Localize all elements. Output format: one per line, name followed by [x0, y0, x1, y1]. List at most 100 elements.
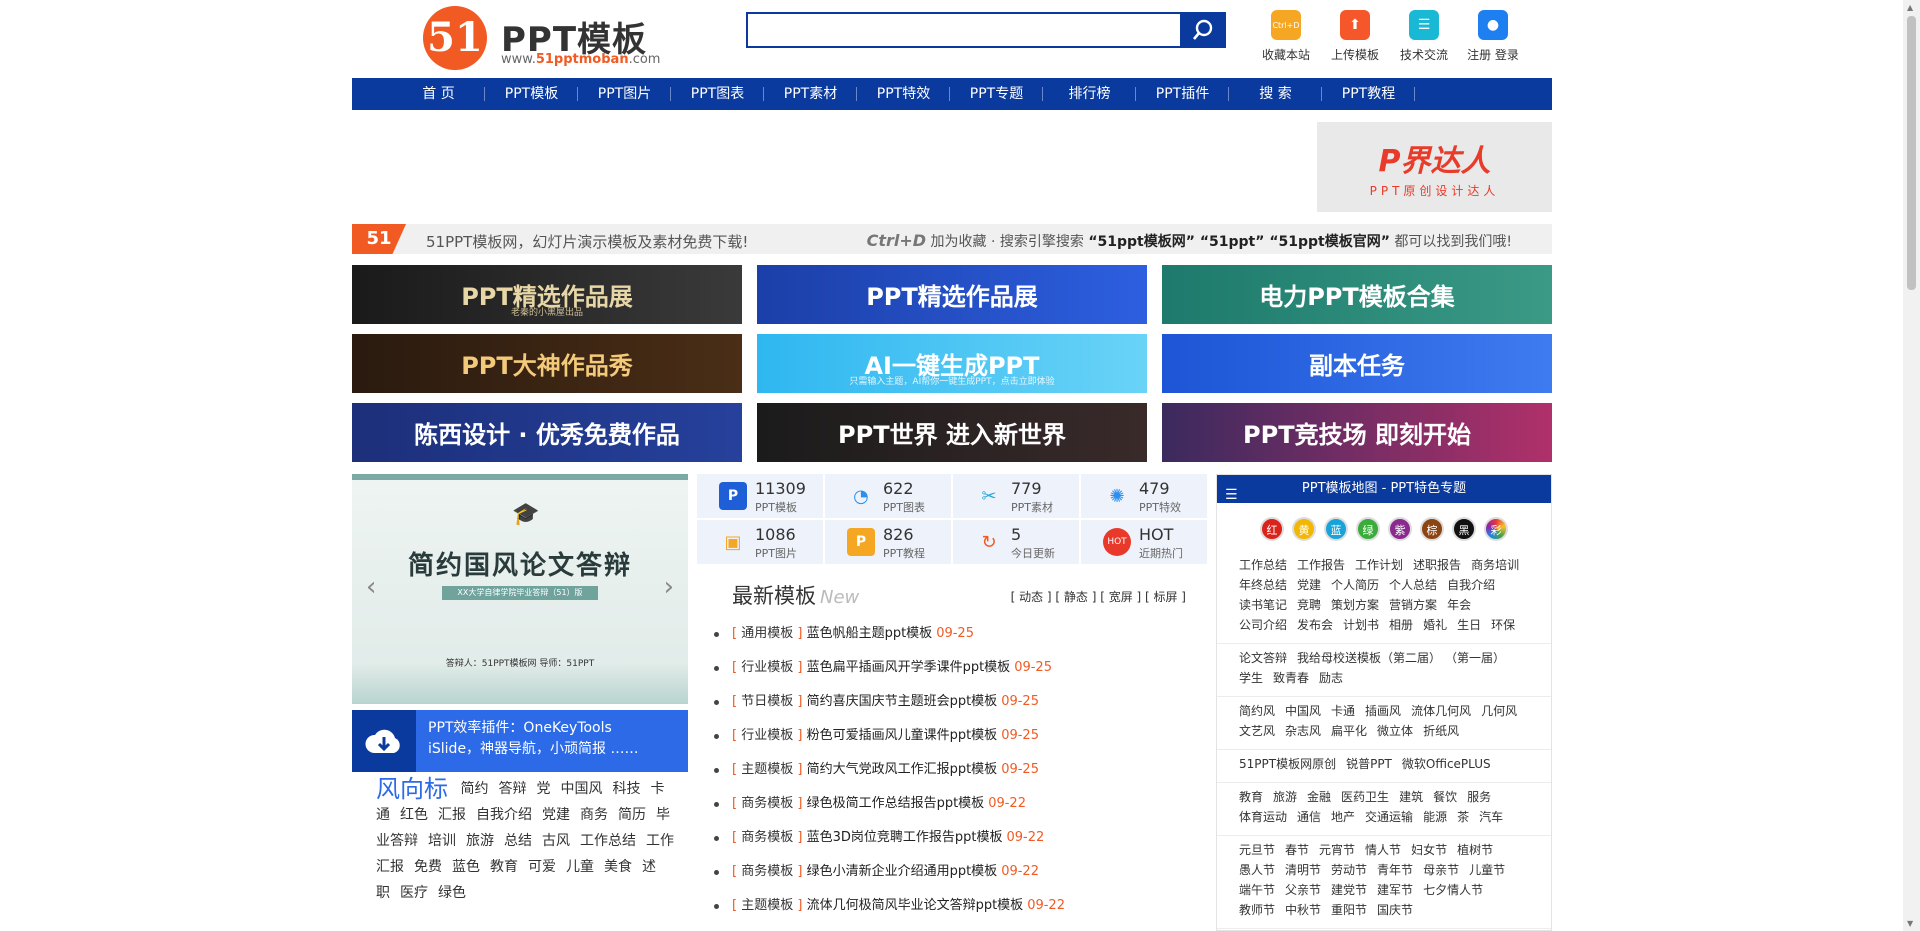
- tag-link[interactable]: 自我介绍: [476, 807, 532, 823]
- list-title[interactable]: 绿色小清新企业介绍通用ppt模板: [807, 864, 998, 879]
- nav-item-2[interactable]: PPT图片: [578, 78, 671, 110]
- sidebar-topic-link[interactable]: 妇女节: [1411, 843, 1447, 857]
- stat-7[interactable]: HOT HOT 近期热门: [1081, 520, 1207, 564]
- sidebar-topic-link[interactable]: 端午节: [1239, 883, 1275, 897]
- promo-banner-2[interactable]: 电力PPT模板合集: [1162, 265, 1552, 324]
- nav-item-6[interactable]: PPT专题: [950, 78, 1043, 110]
- sidebar-topic-link[interactable]: 服务: [1467, 790, 1491, 804]
- list-item[interactable]: [ 节日模板 ] 简约喜庆国庆节主题班会ppt模板 09-25: [714, 685, 1204, 719]
- sidebar-topic-link[interactable]: 汽车: [1479, 810, 1503, 824]
- stat-3[interactable]: ✺ 479 PPT特效: [1081, 474, 1207, 518]
- nav-item-0[interactable]: 首 页: [392, 78, 485, 110]
- tag-link[interactable]: 儿童: [566, 859, 594, 875]
- tag-link[interactable]: 红色: [400, 807, 428, 823]
- sidebar-topic-link[interactable]: 父亲节: [1285, 883, 1321, 897]
- sidebar-topic-link[interactable]: 杂志风: [1285, 724, 1321, 738]
- sidebar-topic-link[interactable]: 医药卫生: [1341, 790, 1389, 804]
- tag-link[interactable]: 党建: [542, 807, 570, 823]
- sidebar-topic-link[interactable]: 论文答辩: [1239, 651, 1287, 665]
- list-title[interactable]: 蓝色帆船主题ppt模板: [807, 626, 933, 641]
- list-title[interactable]: 流体几何极简风毕业论文答辩ppt模板: [807, 898, 1024, 913]
- list-category[interactable]: [ 行业模板 ]: [732, 728, 807, 743]
- sidebar-topic-link[interactable]: 儿童节: [1469, 863, 1505, 877]
- sidebar-topic-link[interactable]: 地产: [1331, 810, 1355, 824]
- sidebar-topic-link[interactable]: 锐普PPT: [1346, 757, 1392, 771]
- sidebar-topic-link[interactable]: 流体几何风: [1411, 704, 1471, 718]
- sidebar-topic-link[interactable]: 商务培训: [1471, 558, 1519, 572]
- stat-4[interactable]: ▣ 1086 PPT图片: [697, 520, 823, 564]
- sidebar-topic-link[interactable]: 简约风: [1239, 704, 1275, 718]
- sidebar-topic-link[interactable]: 劳动节: [1331, 863, 1367, 877]
- nav-item-5[interactable]: PPT特效: [857, 78, 950, 110]
- tag-link[interactable]: 答辩: [498, 781, 526, 797]
- sidebar-topic-link[interactable]: 卡通: [1331, 704, 1355, 718]
- list-item[interactable]: [ 行业模板 ] 蓝色扁平插画风开学季课件ppt模板 09-25: [714, 651, 1204, 685]
- list-category[interactable]: [ 商务模板 ]: [732, 830, 807, 845]
- sidebar-topic-link[interactable]: 几何风: [1481, 704, 1517, 718]
- sidebar-topic-link[interactable]: 个人总结: [1389, 578, 1437, 592]
- sidebar-topic-link[interactable]: 愚人节: [1239, 863, 1275, 877]
- tag-link[interactable]: 中国风: [560, 781, 602, 797]
- tag-link[interactable]: 蓝色: [452, 859, 480, 875]
- sidebar-topic-link[interactable]: 情人节: [1365, 843, 1401, 857]
- list-title[interactable]: 绿色极简工作总结报告ppt模板: [807, 796, 985, 811]
- scroll-thumb[interactable]: [1907, 16, 1916, 290]
- sidebar-topic-link[interactable]: 婚礼: [1423, 618, 1447, 632]
- stat-1[interactable]: ◔ 622 PPT图表: [825, 474, 951, 518]
- sidebar-topic-link[interactable]: 教育: [1239, 790, 1263, 804]
- site-logo[interactable]: 51 PPT模板 www.51pptmoban.com: [423, 6, 660, 70]
- list-title[interactable]: 简约大气党政风工作汇报ppt模板: [807, 762, 998, 777]
- sidebar-topic-link[interactable]: 微软OfficePLUS: [1402, 757, 1491, 771]
- sidebar-topic-link[interactable]: 重阳节: [1331, 903, 1367, 917]
- sidebar-topic-link[interactable]: 环保: [1491, 618, 1515, 632]
- sidebar-topic-link[interactable]: 植树节: [1457, 843, 1493, 857]
- list-item[interactable]: [ 主题模板 ] 流体几何极简风毕业论文答辩ppt模板 09-22: [714, 889, 1204, 923]
- sidebar-topic-link[interactable]: 发布会: [1297, 618, 1333, 632]
- stat-0[interactable]: P 11309 PPT模板: [697, 474, 823, 518]
- search-button[interactable]: [1180, 12, 1226, 48]
- promo-banner-7[interactable]: PPT世界 进入新世界: [757, 403, 1147, 462]
- sidebar-topic-link[interactable]: 个人简历: [1331, 578, 1379, 592]
- ad-banner-pjdr[interactable]: P界达人 PPT原创设计达人: [1317, 122, 1552, 212]
- page-scrollbar[interactable]: ▲ ▼: [1903, 0, 1920, 931]
- nav-item-3[interactable]: PPT图表: [671, 78, 764, 110]
- plugin-promo[interactable]: PPT效率插件：OneKeyTools iSlide，神器导航，小顽简报 ……: [352, 710, 688, 772]
- tag-link[interactable]: 免费: [414, 859, 442, 875]
- sidebar-topic-link[interactable]: 教师节: [1239, 903, 1275, 917]
- color-filter-7[interactable]: 彩: [1484, 517, 1508, 541]
- stat-6[interactable]: ↻ 5 今日更新: [953, 520, 1079, 564]
- tag-link[interactable]: 教育: [490, 859, 518, 875]
- sidebar-topic-link[interactable]: 清明节: [1285, 863, 1321, 877]
- sidebar-topic-link[interactable]: 公司介绍: [1239, 618, 1287, 632]
- tag-link[interactable]: 美食: [604, 859, 632, 875]
- toplink-0[interactable]: Ctrl+D 收藏本站: [1258, 10, 1314, 63]
- sidebar-topic-link[interactable]: 我给母校送模板（第二届）: [1297, 651, 1441, 665]
- tag-link[interactable]: 医疗: [400, 885, 428, 901]
- sidebar-topic-link[interactable]: 茶: [1457, 810, 1469, 824]
- list-category[interactable]: [ 商务模板 ]: [732, 864, 807, 879]
- sidebar-topic-link[interactable]: 建军节: [1377, 883, 1413, 897]
- sidebar-topic-link[interactable]: 读书笔记: [1239, 598, 1287, 612]
- tag-link[interactable]: 科技: [612, 781, 640, 797]
- promo-banner-3[interactable]: PPT大神作品秀: [352, 334, 742, 393]
- list-category[interactable]: [ 商务模板 ]: [732, 796, 807, 811]
- sidebar-topic-link[interactable]: 体育运动: [1239, 810, 1287, 824]
- sidebar-topic-link[interactable]: 学生: [1239, 671, 1263, 685]
- tag-link[interactable]: 培训: [428, 833, 456, 849]
- tag-link[interactable]: 旅游: [466, 833, 494, 849]
- tag-link[interactable]: 工作总结: [580, 833, 636, 849]
- list-item[interactable]: [ 行业模板 ] 粉色可爱插画风儿童课件ppt模板 09-25: [714, 719, 1204, 753]
- sidebar-topic-link[interactable]: 折纸风: [1423, 724, 1459, 738]
- sidebar-topic-link[interactable]: 旅游: [1273, 790, 1297, 804]
- sidebar-topic-link[interactable]: 营销方案: [1389, 598, 1437, 612]
- sidebar-topic-link[interactable]: 自我介绍: [1447, 578, 1495, 592]
- list-category[interactable]: [ 节日模板 ]: [732, 694, 807, 709]
- sidebar-topic-link[interactable]: 金融: [1307, 790, 1331, 804]
- sidebar-topic-link[interactable]: 年会: [1447, 598, 1471, 612]
- sidebar-topic-link[interactable]: 七夕情人节: [1423, 883, 1483, 897]
- featured-slider[interactable]: ‹ › 🎓 简约国风论文答辩 XX大学自律学院毕业答辩（51）版 答辩人：51P…: [352, 474, 688, 704]
- sidebar-topic-link[interactable]: 中国风: [1285, 704, 1321, 718]
- promo-banner-4[interactable]: AI一键生成PPT 只需输入主题，AI帮你一键生成PPT，点击立即体验: [757, 334, 1147, 393]
- tag-link[interactable]: 古风: [542, 833, 570, 849]
- tag-link[interactable]: 汇报: [438, 807, 466, 823]
